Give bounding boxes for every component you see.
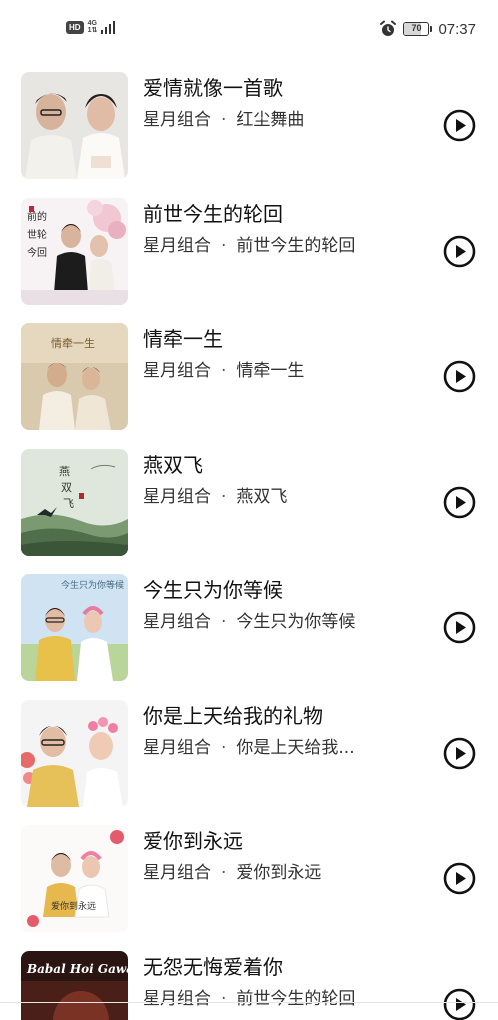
cover-text: Babal Hoi Gawa [26, 962, 128, 976]
song-row[interactable]: 你是上天给我的礼物 星月组合 · 你是上天给我... [0, 690, 498, 816]
album-cover: 情牵一生 [21, 323, 128, 430]
song-row[interactable]: 今生只为你等候 今生只为你等候 星月组合 · 今生只为你等候 [0, 564, 498, 690]
song-row[interactable]: 前的 世轮 今回 前世今生的轮回 星月组合 · 前世今生的轮回 [0, 188, 498, 314]
song-row[interactable]: 爱你到永远 爱你到永远 星月组合 · 爱你到永远 [0, 815, 498, 941]
song-title: 前世今生的轮回 [143, 201, 283, 226]
song-list: 爱情就像一首歌 星月组合 · 红尘舞曲 前的 世轮 今回 前世今生的轮回 星月组… [0, 62, 498, 1020]
separator: · [221, 737, 227, 758]
svg-text:世轮: 世轮 [27, 228, 47, 241]
svg-text:双: 双 [61, 481, 72, 494]
song-row[interactable]: 燕 双 飞 燕双飞 星月组合 · 燕双飞 [0, 439, 498, 565]
album-cover: 今生只为你等候 [21, 574, 128, 681]
song-row[interactable]: Babal Hoi Gawa 无怨无悔爱着你 星月组合 · 前世今生的轮回 [0, 941, 498, 1020]
separator: · [221, 863, 227, 883]
play-icon[interactable] [443, 109, 476, 142]
alarm-clock-icon [380, 20, 397, 36]
hd-voice-badge: HD [66, 20, 84, 34]
separator: · [221, 612, 227, 632]
svg-text:飞: 飞 [63, 497, 74, 510]
song-artist: 星月组合 [143, 361, 211, 381]
song-title: 燕双飞 [143, 452, 203, 477]
play-icon[interactable] [443, 611, 476, 644]
svg-text:今回: 今回 [27, 246, 47, 259]
song-title: 你是上天给我的礼物 [143, 703, 323, 728]
song-subtitle: 星月组合 · 前世今生的轮回 [143, 984, 355, 1009]
song-subtitle: 星月组合 · 红尘舞曲 [143, 105, 304, 130]
battery-icon: 70 [403, 22, 433, 36]
song-row[interactable]: 爱情就像一首歌 星月组合 · 红尘舞曲 [0, 62, 498, 188]
song-title: 情牵一生 [143, 327, 223, 351]
song-artist: 星月组合 [143, 235, 211, 256]
bottom-divider [0, 1002, 498, 1003]
song-album: 燕双飞 [236, 486, 288, 507]
battery-level: 70 [403, 22, 430, 36]
network-activity-label: 1⇅ [87, 27, 98, 34]
status-bar: HD 4G 1⇅ 70 07:37 [0, 0, 498, 60]
svg-text:今生只为你等候: 今生只为你等候 [61, 579, 124, 591]
song-subtitle: 星月组合 · 你是上天给我... [143, 733, 355, 758]
svg-text:爱你到永远: 爱你到永远 [51, 900, 96, 912]
play-icon[interactable] [443, 737, 476, 770]
svg-text:情牵一生: 情牵一生 [51, 336, 95, 350]
separator: · [221, 988, 227, 1009]
play-icon[interactable] [443, 988, 476, 1020]
svg-text:燕: 燕 [59, 465, 70, 478]
separator: · [221, 486, 227, 507]
song-album: 前世今生的轮回 [236, 235, 356, 256]
play-icon[interactable] [443, 862, 476, 895]
battery-percent: 70 [411, 23, 422, 33]
song-title: 今生只为你等候 [143, 578, 283, 602]
song-album: 爱你到永远 [236, 863, 322, 883]
song-subtitle: 星月组合 · 燕双飞 [143, 482, 287, 507]
song-album: 今生只为你等候 [236, 612, 356, 632]
song-artist: 星月组合 [143, 612, 211, 632]
network-type: 4G 1⇅ [88, 20, 98, 34]
separator: · [221, 361, 227, 381]
status-left: HD 4G 1⇅ [66, 20, 116, 34]
play-icon[interactable] [443, 235, 476, 268]
song-artist: 星月组合 [143, 863, 211, 883]
song-artist: 星月组合 [143, 737, 211, 758]
song-subtitle: 星月组合 · 今生只为你等候 [143, 607, 355, 632]
play-icon[interactable] [443, 360, 476, 393]
album-cover: 前的 世轮 今回 [21, 197, 128, 305]
separator: · [221, 235, 227, 256]
album-cover: Babal Hoi Gawa [21, 950, 128, 1020]
song-subtitle: 星月组合 · 爱你到永远 [143, 858, 321, 883]
status-right: 70 07:37 [379, 20, 476, 38]
song-title: 爱情就像一首歌 [143, 76, 283, 100]
album-cover [21, 72, 128, 179]
song-subtitle: 星月组合 · 前世今生的轮回 [143, 231, 355, 256]
song-artist: 星月组合 [143, 486, 211, 507]
song-album: 前世今生的轮回 [236, 988, 356, 1009]
song-album: 你是上天给我... [236, 737, 355, 758]
song-artist: 星月组合 [143, 988, 211, 1009]
song-row[interactable]: 情牵一生 情牵一生 星月组合 · 情牵一生 [0, 313, 498, 439]
status-time: 07:37 [438, 20, 476, 38]
song-subtitle: 星月组合 · 情牵一生 [143, 356, 304, 381]
album-cover: 爱你到永远 [21, 825, 128, 932]
song-title: 爱你到永远 [143, 829, 243, 853]
album-cover: 燕 双 飞 [21, 448, 128, 556]
separator: · [221, 110, 227, 130]
song-title: 无怨无悔爱着你 [143, 954, 283, 979]
song-artist: 星月组合 [143, 110, 211, 130]
song-album: 红尘舞曲 [236, 110, 305, 130]
network-type-label: 4G [87, 20, 97, 27]
signal-strength-icon [101, 20, 116, 34]
play-icon[interactable] [443, 486, 476, 519]
song-album: 情牵一生 [236, 361, 305, 381]
album-cover [21, 699, 128, 807]
